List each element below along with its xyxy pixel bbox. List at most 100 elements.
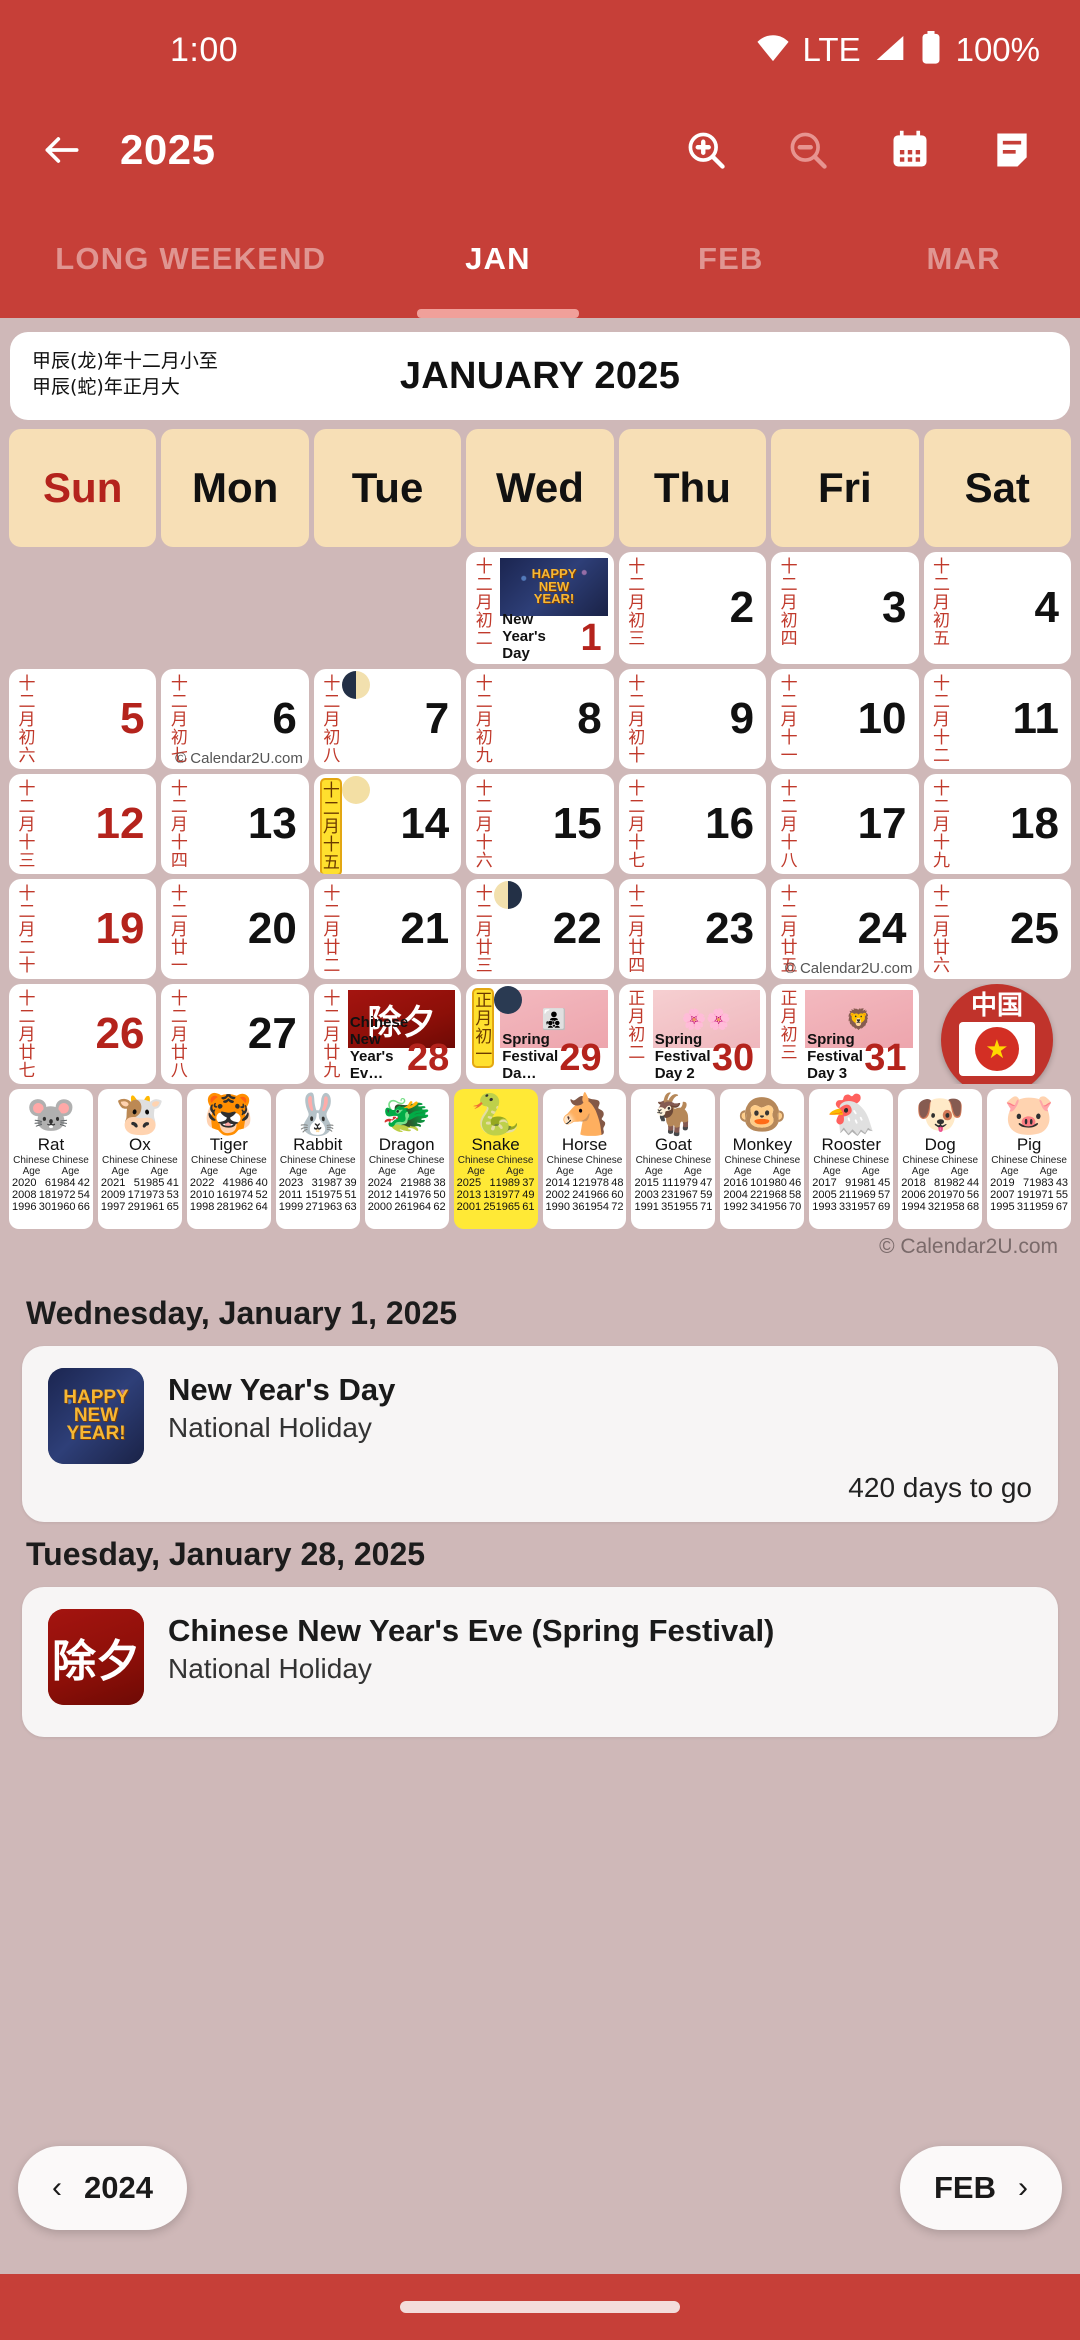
calendar-day-cell[interactable]: 十二月十九 18 [923,774,1071,874]
calendar-day-cell[interactable]: 十二月初五 4 [923,552,1071,664]
event-date-heading: Wednesday, January 1, 2025 [26,1295,458,1331]
calendar-day-cell[interactable]: 十二月十一 10 [771,669,919,769]
calendar-empty-cell [314,552,461,664]
day-number: 11 [1012,694,1059,743]
lunar-date-label: 十二月初五 [933,557,951,649]
calendar-day-cell[interactable]: 十二月廿八 27 [161,984,309,1084]
zodiac-card[interactable]: 🐍 Snake Chinese Age Chinese Age 2025 1 1989 37 201… [453,1089,538,1229]
calendar-day-cell[interactable]: 十二月廿七 26 [9,984,157,1084]
calendar-day-cell[interactable]: 十二月廿三 22 [466,879,614,979]
calendar-day-cell[interactable]: 十二月十四 13 [161,774,309,874]
month-tab-bar[interactable]: LONG WEEKEND JAN FEB MAR [0,200,1080,318]
chinese-zodiac-strip[interactable]: 🐭 Rat Chinese Age Chinese Age 2020 6 1984 42 2008 1… [0,1084,1080,1229]
zodiac-animal-name: Monkey [732,1135,793,1154]
home-gesture-handle[interactable] [400,2301,680,2313]
signal-icon [874,32,906,69]
zodiac-card[interactable]: 🐯 Tiger Chinese Age Chinese Age 2022 4 1986 40 201… [186,1089,271,1229]
zodiac-age-row: 1999 27 1963 63 [278,1201,357,1213]
calendar-day-cell[interactable]: 十二月初九 8 [466,669,614,769]
calendar-day-cell[interactable]: 十二月初十 9 [618,669,767,769]
zoom-out-icon[interactable] [780,122,836,178]
zodiac-age-row: 2012 14 1976 50 [367,1189,446,1201]
zodiac-age-table: Chinese Age Chinese Age 2016 10 1980 46 2004 22 19… [720,1155,804,1213]
calendar-day-grid[interactable]: HAPPY NEW YEAR! 十二月初二 New Year's Day 1 十二月初三 2 十… [0,552,1080,1084]
country-badge-label: 中国 [970,991,1023,1021]
calendar-day-cell[interactable]: 十二月十八 17 [771,774,919,874]
calendar-day-cell[interactable]: 十二月十六 15 [466,774,614,874]
calendar-day-cell[interactable]: 十二月十二 11 [923,669,1071,769]
calendar-day-cell[interactable]: 十二月十三 12 [9,774,157,874]
zodiac-age-row: 2022 4 1986 40 [189,1177,268,1189]
calendar-day-cell[interactable]: 🦁 正月初三 Spring Festival Day 3 31 [771,984,919,1084]
event-card[interactable]: HAPPY NEW YEAR! New Year's Day National Ho… [22,1346,1058,1522]
calendar-day-cell[interactable]: HAPPY NEW YEAR! 十二月初二 New Year's Day 1 [466,552,614,664]
calendar-day-cell[interactable]: 十二月廿一 20 [161,879,309,979]
zodiac-age-row: 2014 12 1978 48 [545,1177,624,1189]
zodiac-card[interactable]: 🐷 Pig Chinese Age Chinese Age 2019 7 1983 43 2007 1… [987,1089,1072,1229]
calendar-day-cell[interactable]: 十二月二十 19 [9,879,157,979]
next-month-button[interactable]: FEB › [900,2146,1062,2230]
calendar-day-cell[interactable]: 十二月十七 16 [618,774,767,874]
calendar-day-cell[interactable]: 十二月廿二 21 [313,879,462,979]
calendar-app-screen: 1:00 LTE 100% 2025 LONG WEEKEND JAN FEB … [0,0,1080,2340]
calendar-day-cell[interactable]: 👨‍👧‍👦 正月初一 Spring Festival Da… 29 [466,984,614,1084]
tab-jan[interactable]: JAN [382,200,615,318]
zodiac-card[interactable]: 🐰 Rabbit Chinese Age Chinese Age 2023 3 1987 39 20… [275,1089,360,1229]
zoom-in-icon[interactable] [678,122,734,178]
calendar-day-cell[interactable]: 十二月初六 5 [9,669,157,769]
lunar-date-label: 十二月十三 [18,779,36,871]
lunar-date-label: 正月初一 [472,988,495,1068]
zodiac-age-row: 2006 20 1970 56 [901,1189,980,1201]
day-number: 5 [119,694,145,743]
calendar-day-cell[interactable]: 十二月初三 2 [618,552,767,664]
calendar-day-cell[interactable]: 十二月廿六 25 [923,879,1071,979]
zodiac-card[interactable]: 🐮 Ox Chinese Age Chinese Age 2021 5 1985 41 2009 17… [97,1089,182,1229]
day-number: 20 [247,904,297,953]
previous-year-button[interactable]: ‹ 2024 [18,2146,187,2230]
zodiac-card[interactable]: 🐔 Rooster Chinese Age Chinese Age 2017 9 1981 45 2… [809,1089,894,1229]
notes-icon[interactable] [984,122,1040,178]
event-title: Chinese New Year's Eve (Spring Festival) [168,1613,775,1648]
zodiac-age-row: 2024 2 1988 38 [367,1177,446,1189]
calendar-day-cell[interactable]: 十二月初七 6 © Calendar2U.com [161,669,309,769]
lunar-date-label: 十二月十四 [170,779,188,871]
calendar-day-cell[interactable]: 十二月十五 14 [313,774,462,874]
zodiac-card[interactable]: 🐶 Dog Chinese Age Chinese Age 2018 8 1982 44 2006 2… [898,1089,983,1229]
calendar-day-cell[interactable]: 十二月廿五 24 © Calendar2U.com [771,879,919,979]
zodiac-card[interactable]: 🐵 Monkey Chinese Age Chinese Age 2016 10 1980 46 2… [720,1089,805,1229]
lunar-date-label: 十二月初三 [628,557,646,649]
zodiac-table-header: Chinese Age Chinese Age [813,1155,890,1177]
zodiac-card[interactable]: 🐐 Goat Chinese Age Chinese Age 2015 11 1979 47 200… [631,1089,716,1229]
zodiac-age-row: 1998 28 1962 64 [189,1201,268,1213]
calendar-week-row: 十二月初六 5 十二月初七 6 © Calendar2U.com 十二月初八 7 十二月初九 8… [9,669,1071,769]
content-scroll-area[interactable]: 甲辰(龙)年十二月小至 甲辰(蛇)年正月大 JANUARY 2025 Sun M… [0,318,1080,2340]
tab-feb[interactable]: FEB [614,200,847,318]
day-event-image: HAPPY NEW YEAR! [500,558,608,616]
country-badge[interactable]: 中国 ★ [940,984,1053,1084]
zodiac-table-header: Chinese Age Chinese Age [368,1155,445,1177]
event-card[interactable]: 除夕 Chinese New Year's Eve (Spring Festiv… [22,1587,1058,1737]
country-badge-cell[interactable]: 中国 ★ [924,984,1071,1084]
zodiac-card[interactable]: 🐲 Dragon Chinese Age Chinese Age 2024 2 1988 38 20… [364,1089,449,1229]
wifi-icon [756,31,790,70]
back-arrow-icon[interactable] [34,122,90,178]
day-number: 23 [705,904,755,953]
calendar-day-cell[interactable]: 十二月廿四 23 [618,879,767,979]
zodiac-card[interactable]: 🐭 Rat Chinese Age Chinese Age 2020 6 1984 42 2008 1… [9,1089,93,1229]
calendar-icon[interactable] [882,122,938,178]
zodiac-age-row: 2020 6 1984 42 [12,1177,90,1189]
battery-icon [919,30,943,70]
calendar-day-cell[interactable]: 十二月初八 7 [313,669,462,769]
tab-long-weekend[interactable]: LONG WEEKEND [0,200,382,318]
calendar-day-cell[interactable]: 除夕十二月廿九 Chinese New Year's Ev… 28 [313,984,462,1084]
zodiac-animal-icon: 🐔 [826,1093,877,1137]
zodiac-animal-icon: 🐐 [648,1093,699,1137]
next-month-label: FEB [934,2170,996,2205]
tab-mar[interactable]: MAR [847,200,1080,318]
zodiac-animal-name: Goat [654,1135,692,1154]
zodiac-age-row: 2021 5 1985 41 [100,1177,179,1189]
calendar-day-cell[interactable]: 十二月初四 3 [771,552,919,664]
day-number: 9 [729,694,755,743]
calendar-day-cell[interactable]: 🌸🌸 正月初二 Spring Festival Day 2 30 [618,984,767,1084]
zodiac-card[interactable]: 🐴 Horse Chinese Age Chinese Age 2014 12 1978 48 20… [542,1089,627,1229]
